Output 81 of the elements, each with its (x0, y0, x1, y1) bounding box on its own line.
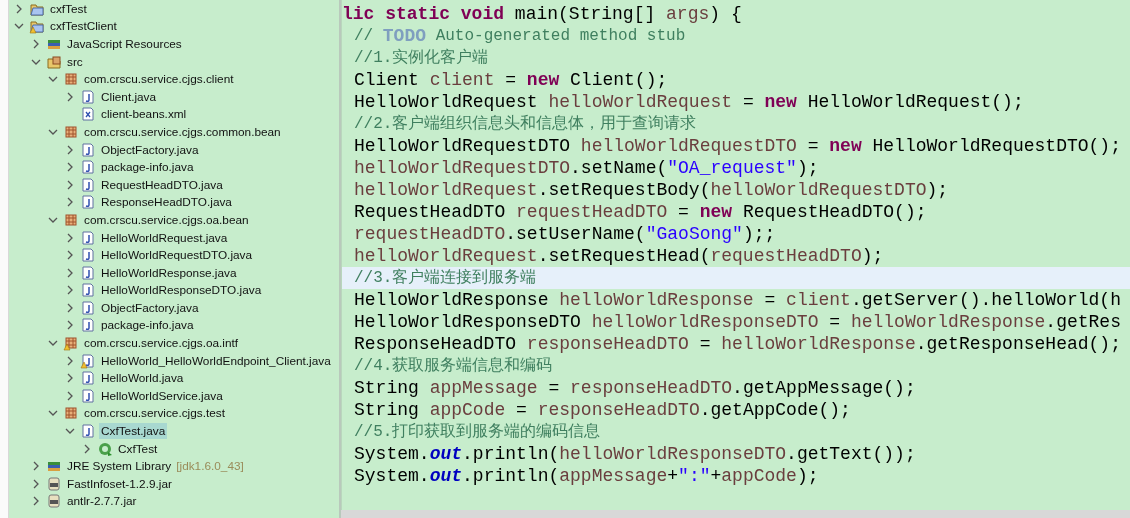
package-icon (64, 336, 78, 351)
tree-item[interactable]: package-info.java (99, 317, 196, 334)
tree-item[interactable]: FastInfoset-1.2.9.jar (65, 475, 174, 492)
tree-item[interactable]: com.crscu.service.cjgs.client (82, 71, 236, 88)
code-line: Client client = new Client(); (353, 69, 669, 91)
code-line: System.out.println(appMessage+":"+appCode); (353, 465, 820, 487)
file-icon (81, 265, 95, 280)
file-icon (81, 142, 95, 157)
code-line: requestHeadDTO.setUserName("GaoSong");; (353, 223, 777, 245)
jar-icon (47, 476, 61, 491)
tree-item[interactable]: antlr-2.7.7.jar (65, 493, 139, 510)
tree-item[interactable]: Client.java (99, 88, 159, 105)
tree-item[interactable]: client-beans.xml (99, 106, 189, 123)
library-icon (47, 459, 61, 474)
package-icon (64, 212, 78, 227)
jar-icon (47, 494, 61, 509)
code-editor[interactable] (341, 0, 1130, 510)
code-line: //1.实例化客户端 (353, 47, 490, 69)
file-icon (81, 424, 95, 439)
file-icon (81, 283, 95, 298)
tree-item[interactable]: JRE System Library (65, 458, 174, 475)
tree-item[interactable]: package-info.java (99, 159, 196, 176)
folder-icon (30, 19, 44, 34)
library-icon (47, 37, 61, 51)
code-line: RequestHeadDTO requestHeadDTO = new RequestHeadDTO(); (353, 201, 928, 223)
tree-item[interactable]: HelloWorldResponse.java (99, 264, 239, 281)
code-line: String appCode = responseHeadDTO.getAppCode(); (353, 399, 852, 421)
file-icon (81, 353, 95, 368)
tree-item[interactable]: HelloWorld.java (99, 370, 186, 387)
tree-item[interactable]: src (65, 53, 85, 70)
code-line: //4.获取服务端信息和编码 (353, 355, 554, 377)
file-icon (81, 177, 95, 192)
folder-icon (30, 1, 44, 16)
tree-item[interactable]: com.crscu.service.cjgs.test (82, 405, 227, 422)
file-icon (81, 248, 95, 263)
file-icon (81, 107, 95, 122)
tree-item[interactable]: com.crscu.service.cjgs.oa.bean (82, 211, 251, 228)
tree-item[interactable]: com.crscu.service.cjgs.oa.intf (82, 335, 241, 352)
file-icon (81, 318, 95, 333)
tree-item[interactable]: HelloWorld_HelloWorldEndpoint_Client.java (99, 352, 333, 369)
tree-item[interactable]: HelloWorldService.java (99, 387, 225, 404)
code-line: String appMessage = responseHeadDTO.getAppMessage(); (353, 377, 917, 399)
tree-item[interactable]: RequestHeadDTO.java (99, 176, 225, 193)
code-line: lic static void main(String[] args) { (342, 3, 743, 25)
tree-item[interactable]: com.crscu.service.cjgs.common.bean (82, 123, 283, 140)
tree-item[interactable]: CxfTest.java (99, 423, 168, 440)
class-icon (98, 441, 112, 456)
code-line: HelloWorldResponse helloWorldResponse = client.getServer().helloWorld(h (353, 289, 1122, 311)
code-line: HelloWorldRequest helloWorldRequest = new HelloWorldRequest(); (353, 91, 1025, 113)
file-icon (81, 89, 95, 104)
code-line: //5.打印获取到服务端的编码信息 (353, 421, 602, 443)
package-icon (64, 406, 78, 421)
code-line: HelloWorldRequestDTO helloWorldRequestDTO = new HelloWorldRequestDTO(); (353, 135, 1122, 157)
code-line: HelloWorldResponseDTO helloWorldResponseDTO = helloWorldResponse.getRes (353, 311, 1122, 333)
file-icon (81, 160, 95, 175)
tree-item[interactable]: ObjectFactory.java (99, 141, 201, 158)
code-line: ResponseHeadDTO responseHeadDTO = helloWorldResponse.getResponseHead(); (353, 333, 1122, 355)
tree-item[interactable]: JavaScript Resources (65, 36, 184, 52)
tree-item[interactable]: HelloWorldResponseDTO.java (99, 282, 264, 299)
file-icon (81, 230, 95, 245)
library-version: [jdk1.6.0_43] (176, 459, 244, 474)
file-icon (81, 388, 95, 403)
code-line: //2.客户端组织信息头和信息体，用于查询请求 (353, 113, 698, 135)
folder-icon (47, 54, 61, 69)
tree-item[interactable]: cxfTestClient (48, 18, 119, 35)
file-icon (81, 300, 95, 315)
file-icon (81, 371, 95, 386)
package-icon (64, 124, 78, 139)
tree-item[interactable]: CxfTest (116, 440, 160, 457)
code-line: helloWorldRequest.setRequestHead(requestHeadDTO); (353, 245, 885, 267)
code-line: helloWorldRequest.setRequestBody(helloWorldRequestDTO); (353, 179, 950, 201)
tree-item[interactable]: cxfTest (48, 0, 89, 17)
code-line: System.out.println(helloWorldResponseDTO.getText()); (353, 443, 917, 465)
code-line: // TODO Auto-generated method stub (353, 25, 687, 47)
code-line: helloWorldRequestDTO.setName("OA_request"); (353, 157, 820, 179)
tree-item[interactable]: ResponseHeadDTO.java (99, 194, 234, 211)
tree-item[interactable]: ObjectFactory.java (99, 299, 201, 316)
file-icon (81, 195, 95, 210)
package-icon (64, 72, 78, 87)
tree-item[interactable]: HelloWorldRequestDTO.java (99, 247, 255, 264)
tree-item[interactable]: HelloWorldRequest.java (99, 229, 230, 246)
